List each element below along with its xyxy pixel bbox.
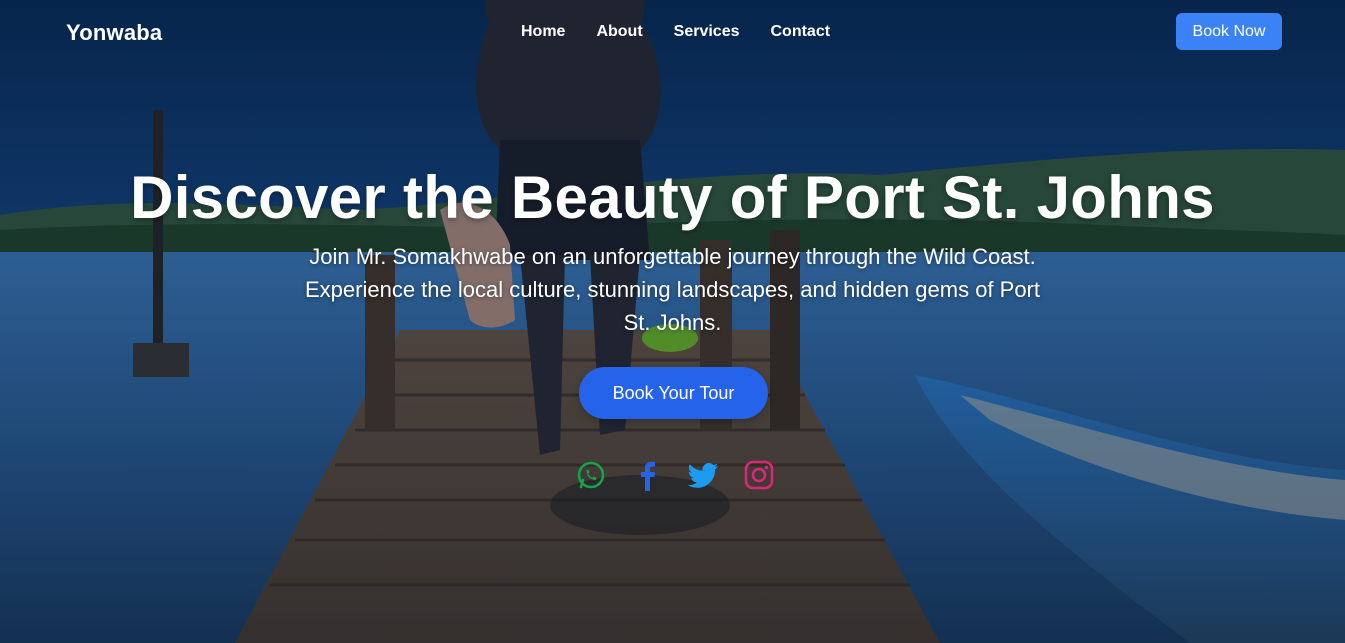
social-links <box>574 458 774 494</box>
nav-link-contact[interactable]: Contact <box>771 23 831 41</box>
nav-link-home[interactable]: Home <box>521 23 565 41</box>
hero-subtitle: Join Mr. Somakhwabe on an unforgettable … <box>304 244 1040 335</box>
brand-logo[interactable]: Yonwaba <box>66 20 162 46</box>
nav-link-services[interactable]: Services <box>674 23 740 41</box>
nav-link-about[interactable]: About <box>596 23 642 41</box>
nav-links: Home About Services Contact <box>521 23 861 41</box>
whatsapp-icon[interactable] <box>574 458 608 492</box>
facebook-icon[interactable] <box>631 458 665 492</box>
instagram-icon[interactable] <box>742 458 776 492</box>
book-your-tour-button[interactable]: Book Your Tour <box>579 367 768 419</box>
navbar: Yonwaba Home About Services Contact Book… <box>0 0 1345 66</box>
twitter-icon[interactable] <box>687 458 721 492</box>
book-now-button[interactable]: Book Now <box>1176 13 1282 50</box>
hero-title: Discover the Beauty of Port St. Johns <box>130 164 1215 231</box>
